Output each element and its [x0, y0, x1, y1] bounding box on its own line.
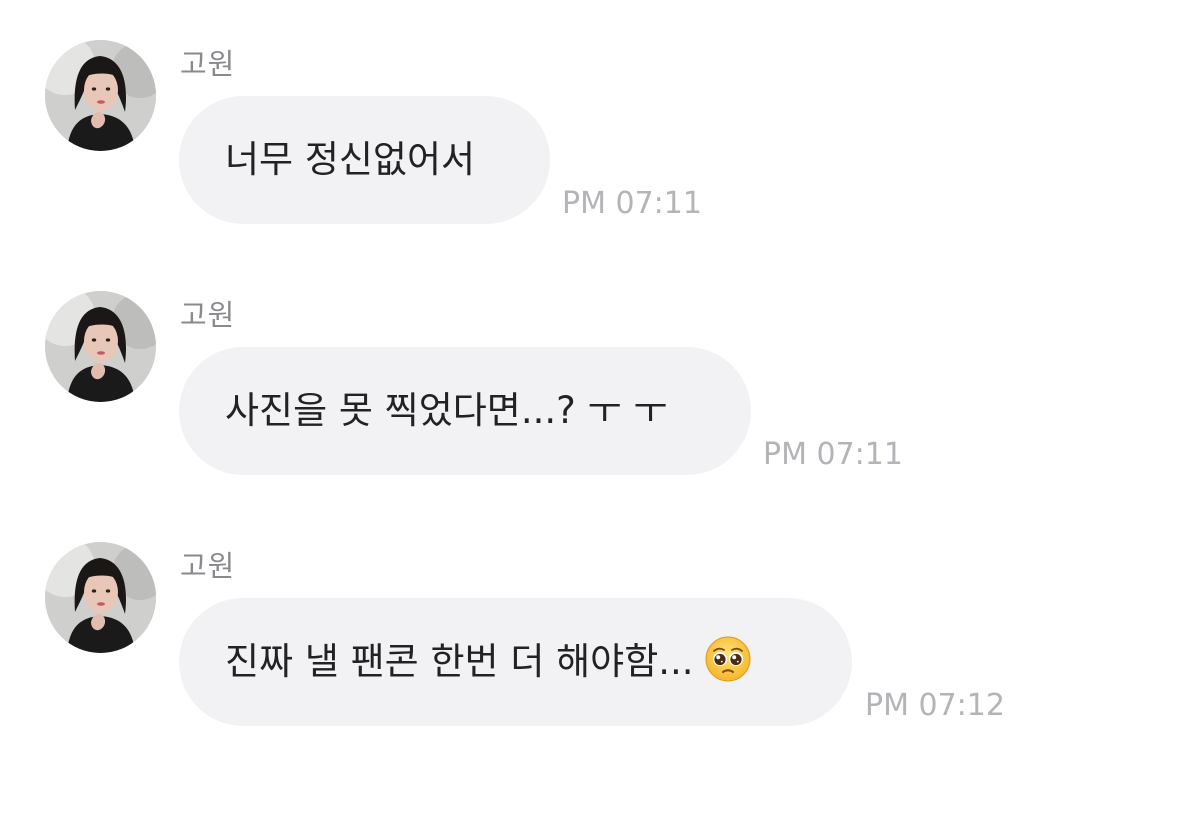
profile-photo-avatar-icon [45, 40, 156, 151]
message-bubble[interactable]: 진짜 낼 팬콘 한번 더 해야함... [179, 598, 852, 726]
message-text: 사진을 못 찍었다면...? ㅜ ㅜ [225, 389, 668, 432]
sender-avatar[interactable] [45, 542, 156, 653]
message-timestamp: PM 07:11 [562, 186, 702, 221]
profile-photo-avatar-icon [45, 291, 156, 402]
message-bubble[interactable]: 너무 정신없어서 [179, 96, 550, 224]
message-timestamp: PM 07:11 [763, 437, 903, 472]
sender-name: 고원 [180, 298, 236, 332]
message-row: 고원 사진을 못 찍었다면...? ㅜ ㅜ PM 07:11 [0, 291, 1200, 491]
message-text: 진짜 낼 팬콘 한번 더 해야함... [225, 640, 694, 683]
profile-photo-avatar-icon [45, 542, 156, 653]
sender-name: 고원 [180, 47, 236, 81]
pleading-face-emoji-icon [705, 636, 751, 682]
message-timestamp: PM 07:12 [865, 688, 1005, 723]
message-text: 너무 정신없어서 [225, 138, 476, 181]
message-row: 고원 너무 정신없어서 PM 07:11 [0, 40, 1200, 240]
sender-avatar[interactable] [45, 291, 156, 402]
sender-avatar[interactable] [45, 40, 156, 151]
message-bubble[interactable]: 사진을 못 찍었다면...? ㅜ ㅜ [179, 347, 751, 475]
message-row: 고원 진짜 낼 팬콘 한번 더 해야함... PM 07:12 [0, 542, 1200, 742]
sender-name: 고원 [180, 549, 236, 583]
